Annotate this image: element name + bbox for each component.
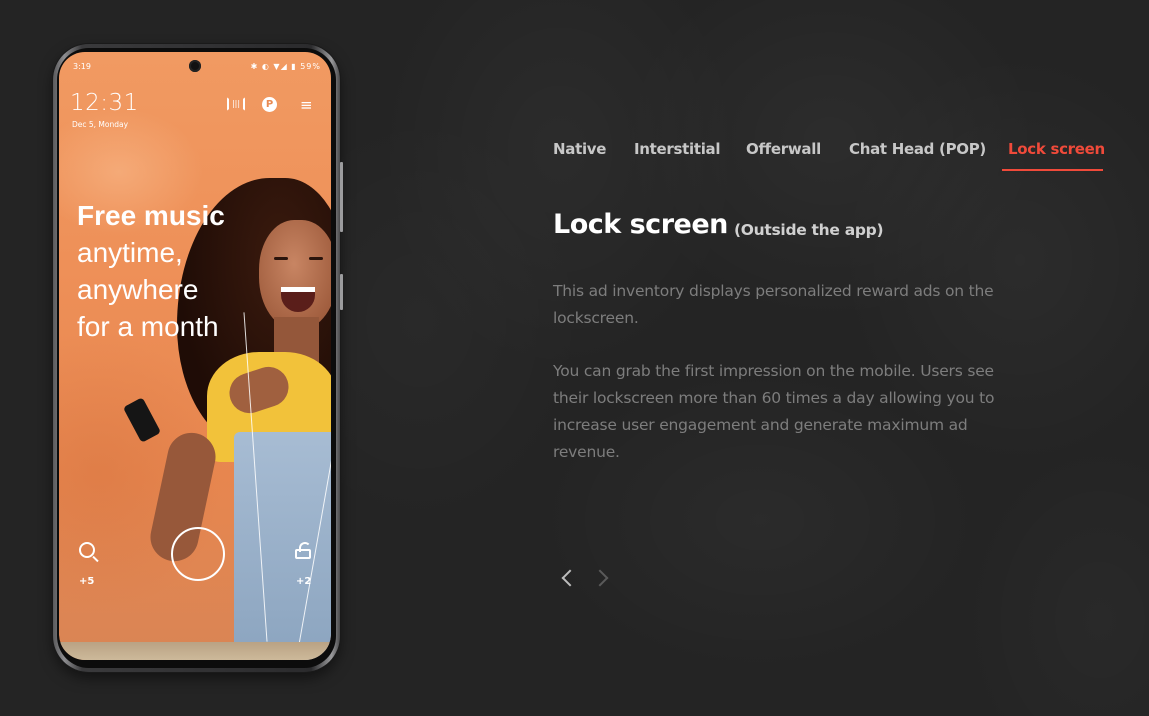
- left-reward-count: +5: [79, 576, 95, 587]
- description-paragraph: This ad inventory displays personalized …: [553, 282, 994, 327]
- active-tab-indicator: [1002, 169, 1103, 171]
- unlock-icon[interactable]: [295, 542, 311, 559]
- headline-line: anywhere: [77, 274, 199, 305]
- section-subtitle: (Outside the app): [734, 221, 884, 239]
- photo-eye: [274, 257, 288, 260]
- barcode-scan-icon[interactable]: |||: [227, 97, 245, 111]
- points-icon[interactable]: P: [262, 97, 277, 112]
- status-time: 3:19: [73, 62, 91, 71]
- tab-lock-screen[interactable]: Lock screen: [1008, 140, 1105, 158]
- description-paragraph: You can grab the first impression on the…: [553, 362, 995, 461]
- photo-floor: [59, 642, 331, 660]
- lock-date: Dec 5, Monday: [72, 120, 129, 129]
- front-camera: [189, 60, 201, 72]
- tab-native[interactable]: Native: [553, 140, 606, 158]
- tab-chat-head[interactable]: Chat Head (POP): [849, 140, 986, 158]
- headline-line: Free music: [77, 200, 225, 231]
- section-title: Lock screen: [553, 209, 728, 240]
- phone-mockup: 3:19 ✱ ◐ ▼◢ ▮ 59% 12:31 Dec 5, Monday ||…: [53, 44, 343, 672]
- photo-eye: [309, 257, 323, 260]
- status-icons: ✱ ◐ ▼◢ ▮ 59%: [250, 62, 321, 71]
- photo-face: [259, 220, 331, 330]
- tab-offerwall[interactable]: Offerwall: [746, 140, 821, 158]
- menu-icon[interactable]: ≡: [300, 97, 313, 113]
- lock-clock: 12:31: [70, 90, 139, 116]
- search-icon[interactable]: [79, 542, 95, 558]
- tab-interstitial[interactable]: Interstitial: [634, 140, 721, 158]
- unlock-ring[interactable]: [171, 527, 225, 581]
- headline-line: anytime,: [77, 237, 183, 268]
- right-reward-count: +2: [296, 576, 312, 587]
- lock-screen-display: 3:19 ✱ ◐ ▼◢ ▮ 59% 12:31 Dec 5, Monday ||…: [59, 52, 331, 660]
- photo-phone: [122, 397, 162, 443]
- volume-button: [340, 162, 343, 232]
- ad-headline: Free music anytime, anywhere for a month: [77, 198, 225, 345]
- headline-line: for a month: [77, 311, 219, 342]
- power-button: [340, 274, 343, 310]
